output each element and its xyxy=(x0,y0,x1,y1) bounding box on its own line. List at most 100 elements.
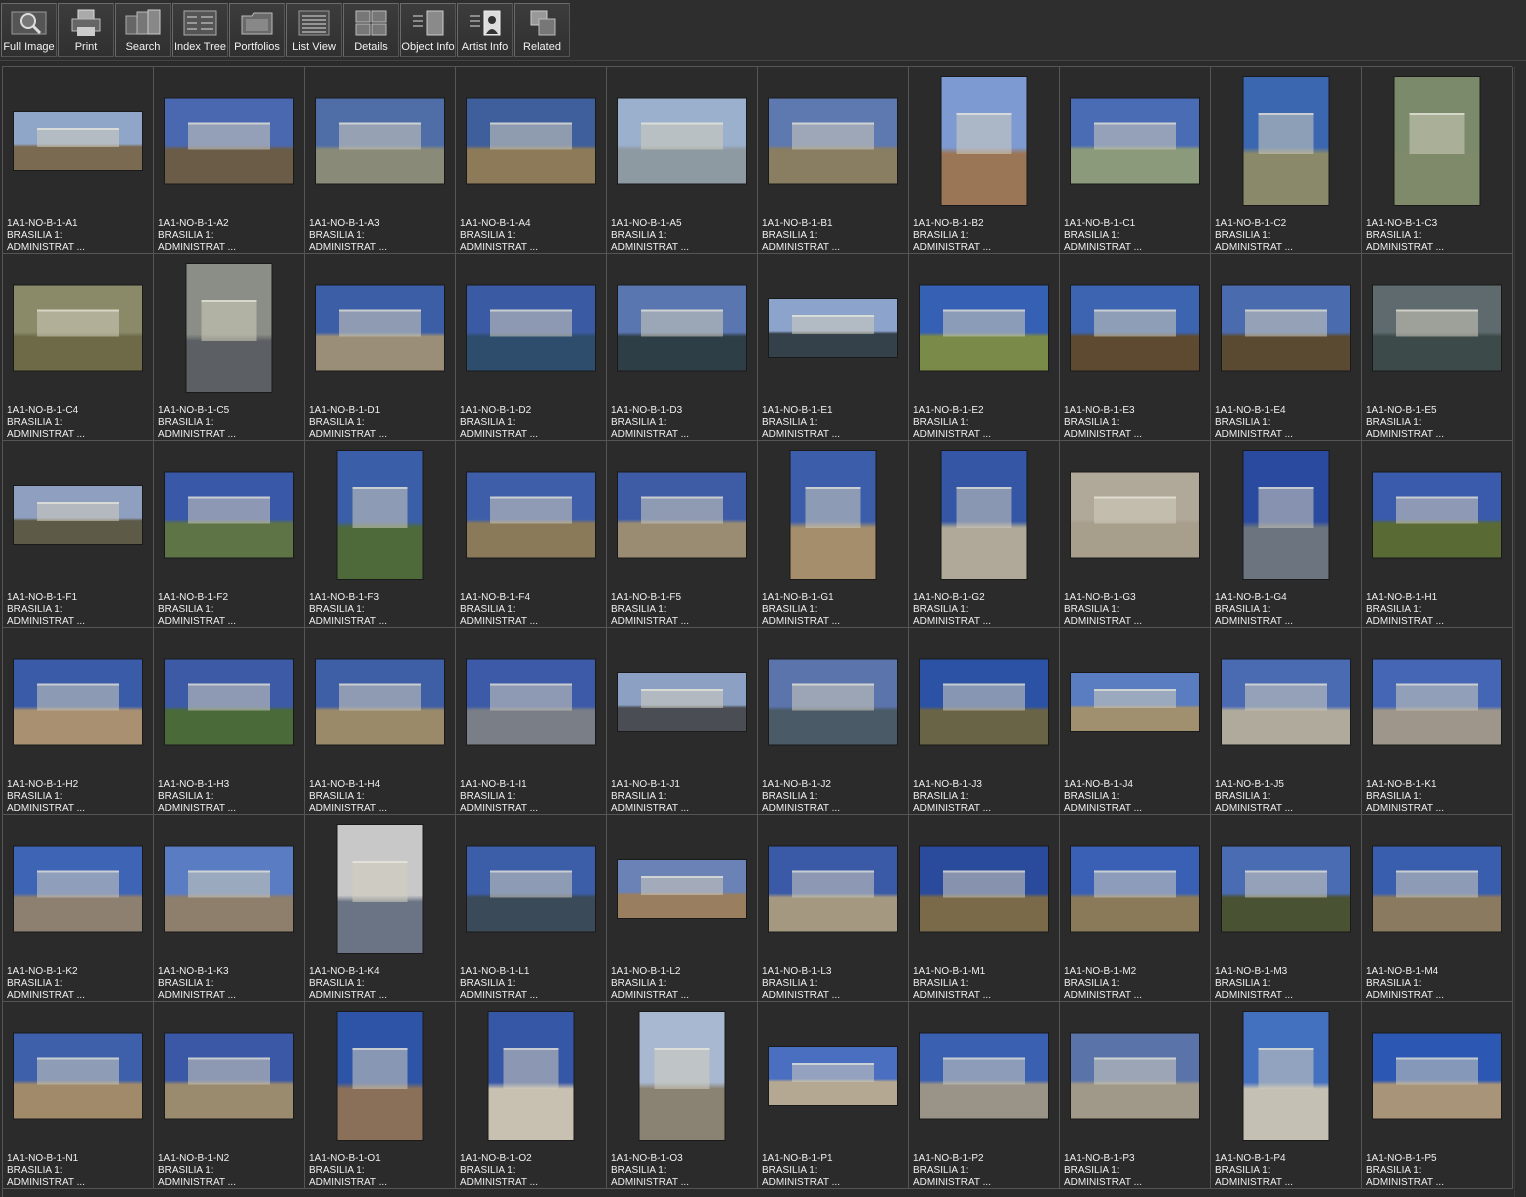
thumbnail-cell[interactable]: 1A1-NO-B-1-J4 BRASILIA 1: ADMINISTRAT ... xyxy=(1060,628,1211,815)
thumbnail-cell[interactable]: 1A1-NO-B-1-E2 BRASILIA 1: ADMINISTRAT ... xyxy=(909,254,1060,441)
thumbnail-image[interactable] xyxy=(165,659,293,745)
thumbnail-cell[interactable]: 1A1-NO-B-1-A4 BRASILIA 1: ADMINISTRAT ... xyxy=(456,67,607,254)
thumbnail-image[interactable] xyxy=(1373,1033,1501,1119)
thumbnail-cell[interactable]: 1A1-NO-B-1-F3 BRASILIA 1: ADMINISTRAT ... xyxy=(305,441,456,628)
thumbnail-cell[interactable]: 1A1-NO-B-1-E1 BRASILIA 1: ADMINISTRAT ... xyxy=(758,254,909,441)
thumbnail-cell[interactable]: 1A1-NO-B-1-O1 BRASILIA 1: ADMINISTRAT ... xyxy=(305,1002,456,1189)
thumbnail-cell[interactable]: 1A1-NO-B-1-A2 BRASILIA 1: ADMINISTRAT ... xyxy=(154,67,305,254)
thumbnail-image[interactable] xyxy=(467,98,595,184)
thumbnail-cell[interactable]: 1A1-NO-B-1-O3 BRASILIA 1: ADMINISTRAT ... xyxy=(607,1002,758,1189)
thumbnail-image[interactable] xyxy=(618,472,746,558)
thumbnail-cell[interactable]: 1A1-NO-B-1-M4 BRASILIA 1: ADMINISTRAT ... xyxy=(1362,815,1513,1002)
thumbnail-cell[interactable]: 1A1-NO-B-1-B1 BRASILIA 1: ADMINISTRAT ... xyxy=(758,67,909,254)
thumbnail-image[interactable] xyxy=(316,98,444,184)
thumbnail-image[interactable] xyxy=(769,299,897,357)
thumbnail-cell[interactable]: 1A1-NO-B-1-C5 BRASILIA 1: ADMINISTRAT ... xyxy=(154,254,305,441)
search-button[interactable]: Search xyxy=(115,3,171,57)
thumbnail-image[interactable] xyxy=(186,264,272,392)
thumbnail-cell[interactable]: 1A1-NO-B-1-K4 BRASILIA 1: ADMINISTRAT ... xyxy=(305,815,456,1002)
thumbnail-image[interactable] xyxy=(467,285,595,371)
thumbnail-cell[interactable]: 1A1-NO-B-1-G1 BRASILIA 1: ADMINISTRAT ... xyxy=(758,441,909,628)
thumbnail-cell[interactable]: 1A1-NO-B-1-J3 BRASILIA 1: ADMINISTRAT ... xyxy=(909,628,1060,815)
thumbnail-cell[interactable]: 1A1-NO-B-1-O2 BRASILIA 1: ADMINISTRAT ... xyxy=(456,1002,607,1189)
thumbnail-image[interactable] xyxy=(14,285,142,371)
full-image-button[interactable]: Full Image xyxy=(1,3,57,57)
thumbnail-cell[interactable]: 1A1-NO-B-1-F5 BRASILIA 1: ADMINISTRAT ... xyxy=(607,441,758,628)
thumbnail-cell[interactable]: 1A1-NO-B-1-G3 BRASILIA 1: ADMINISTRAT ... xyxy=(1060,441,1211,628)
thumbnail-image[interactable] xyxy=(14,846,142,932)
portfolios-button[interactable]: Portfolios xyxy=(229,3,285,57)
thumbnail-cell[interactable]: 1A1-NO-B-1-K2 BRASILIA 1: ADMINISTRAT ... xyxy=(3,815,154,1002)
thumbnail-image[interactable] xyxy=(1222,846,1350,932)
thumbnail-image[interactable] xyxy=(165,846,293,932)
print-button[interactable]: Print xyxy=(58,3,114,57)
thumbnail-cell[interactable]: 1A1-NO-B-1-J5 BRASILIA 1: ADMINISTRAT ... xyxy=(1211,628,1362,815)
vertical-scrollbar[interactable] xyxy=(1514,66,1526,1197)
thumbnail-image[interactable] xyxy=(1394,77,1480,205)
thumbnail-cell[interactable]: 1A1-NO-B-1-E4 BRASILIA 1: ADMINISTRAT ... xyxy=(1211,254,1362,441)
thumbnail-image[interactable] xyxy=(14,1033,142,1119)
thumbnail-image[interactable] xyxy=(769,846,897,932)
thumbnail-cell[interactable]: 1A1-NO-B-1-M3 BRASILIA 1: ADMINISTRAT ... xyxy=(1211,815,1362,1002)
thumbnail-image[interactable] xyxy=(1071,1033,1199,1119)
thumbnail-image[interactable] xyxy=(618,860,746,918)
thumbnail-cell[interactable]: 1A1-NO-B-1-L1 BRASILIA 1: ADMINISTRAT ... xyxy=(456,815,607,1002)
details-button[interactable]: Details xyxy=(343,3,399,57)
thumbnail-cell[interactable]: 1A1-NO-B-1-I1 BRASILIA 1: ADMINISTRAT ... xyxy=(456,628,607,815)
thumbnail-image[interactable] xyxy=(1243,1012,1329,1140)
thumbnail-cell[interactable]: 1A1-NO-B-1-B2 BRASILIA 1: ADMINISTRAT ... xyxy=(909,67,1060,254)
thumbnail-image[interactable] xyxy=(467,846,595,932)
thumbnail-image[interactable] xyxy=(790,451,876,579)
thumbnail-image[interactable] xyxy=(165,1033,293,1119)
thumbnail-image[interactable] xyxy=(337,1012,423,1140)
thumbnail-image[interactable] xyxy=(1222,659,1350,745)
thumbnail-image[interactable] xyxy=(467,472,595,558)
thumbnail-cell[interactable]: 1A1-NO-B-1-M1 BRASILIA 1: ADMINISTRAT ... xyxy=(909,815,1060,1002)
thumbnail-cell[interactable]: 1A1-NO-B-1-G2 BRASILIA 1: ADMINISTRAT ... xyxy=(909,441,1060,628)
object-info-button[interactable]: Object Info xyxy=(400,3,456,57)
thumbnail-image[interactable] xyxy=(1071,98,1199,184)
thumbnail-cell[interactable]: 1A1-NO-B-1-N2 BRASILIA 1: ADMINISTRAT ... xyxy=(154,1002,305,1189)
thumbnail-cell[interactable]: 1A1-NO-B-1-H3 BRASILIA 1: ADMINISTRAT ... xyxy=(154,628,305,815)
thumbnail-image[interactable] xyxy=(639,1012,725,1140)
thumbnail-cell[interactable]: 1A1-NO-B-1-C3 BRASILIA 1: ADMINISTRAT ... xyxy=(1362,67,1513,254)
thumbnail-image[interactable] xyxy=(618,98,746,184)
thumbnail-image[interactable] xyxy=(618,285,746,371)
thumbnail-image[interactable] xyxy=(488,1012,574,1140)
thumbnail-image[interactable] xyxy=(769,659,897,745)
thumbnail-image[interactable] xyxy=(1222,285,1350,371)
thumbnail-image[interactable] xyxy=(165,472,293,558)
thumbnail-cell[interactable]: 1A1-NO-B-1-H2 BRASILIA 1: ADMINISTRAT ... xyxy=(3,628,154,815)
thumbnail-image[interactable] xyxy=(1373,846,1501,932)
thumbnail-cell[interactable]: 1A1-NO-B-1-D3 BRASILIA 1: ADMINISTRAT ... xyxy=(607,254,758,441)
thumbnail-cell[interactable]: 1A1-NO-B-1-K1 BRASILIA 1: ADMINISTRAT ... xyxy=(1362,628,1513,815)
thumbnail-cell[interactable]: 1A1-NO-B-1-D2 BRASILIA 1: ADMINISTRAT ... xyxy=(456,254,607,441)
thumbnail-image[interactable] xyxy=(316,659,444,745)
thumbnail-cell[interactable]: 1A1-NO-B-1-H1 BRASILIA 1: ADMINISTRAT ... xyxy=(1362,441,1513,628)
thumbnail-image[interactable] xyxy=(14,486,142,544)
thumbnail-cell[interactable]: 1A1-NO-B-1-A5 BRASILIA 1: ADMINISTRAT ... xyxy=(607,67,758,254)
thumbnail-cell[interactable]: 1A1-NO-B-1-P5 BRASILIA 1: ADMINISTRAT ... xyxy=(1362,1002,1513,1189)
thumbnail-image[interactable] xyxy=(14,112,142,170)
thumbnail-image[interactable] xyxy=(337,825,423,953)
thumbnail-image[interactable] xyxy=(14,659,142,745)
thumbnail-cell[interactable]: 1A1-NO-B-1-C1 BRASILIA 1: ADMINISTRAT ... xyxy=(1060,67,1211,254)
thumbnail-image[interactable] xyxy=(618,673,746,731)
thumbnail-cell[interactable]: 1A1-NO-B-1-G4 BRASILIA 1: ADMINISTRAT ... xyxy=(1211,441,1362,628)
thumbnail-image[interactable] xyxy=(769,1047,897,1105)
thumbnail-cell[interactable]: 1A1-NO-B-1-A3 BRASILIA 1: ADMINISTRAT ... xyxy=(305,67,456,254)
thumbnail-cell[interactable]: 1A1-NO-B-1-P4 BRASILIA 1: ADMINISTRAT ... xyxy=(1211,1002,1362,1189)
thumbnail-cell[interactable]: 1A1-NO-B-1-E3 BRASILIA 1: ADMINISTRAT ... xyxy=(1060,254,1211,441)
thumbnail-image[interactable] xyxy=(316,285,444,371)
thumbnail-image[interactable] xyxy=(920,846,1048,932)
thumbnail-cell[interactable]: 1A1-NO-B-1-L3 BRASILIA 1: ADMINISTRAT ... xyxy=(758,815,909,1002)
thumbnail-image[interactable] xyxy=(1243,77,1329,205)
thumbnail-image[interactable] xyxy=(769,98,897,184)
related-button[interactable]: Related xyxy=(514,3,570,57)
thumbnail-image[interactable] xyxy=(941,77,1027,205)
thumbnail-cell[interactable]: 1A1-NO-B-1-C2 BRASILIA 1: ADMINISTRAT ... xyxy=(1211,67,1362,254)
thumbnail-cell[interactable]: 1A1-NO-B-1-J1 BRASILIA 1: ADMINISTRAT ... xyxy=(607,628,758,815)
thumbnail-image[interactable] xyxy=(467,659,595,745)
thumbnail-image[interactable] xyxy=(1071,846,1199,932)
thumbnail-image[interactable] xyxy=(920,1033,1048,1119)
